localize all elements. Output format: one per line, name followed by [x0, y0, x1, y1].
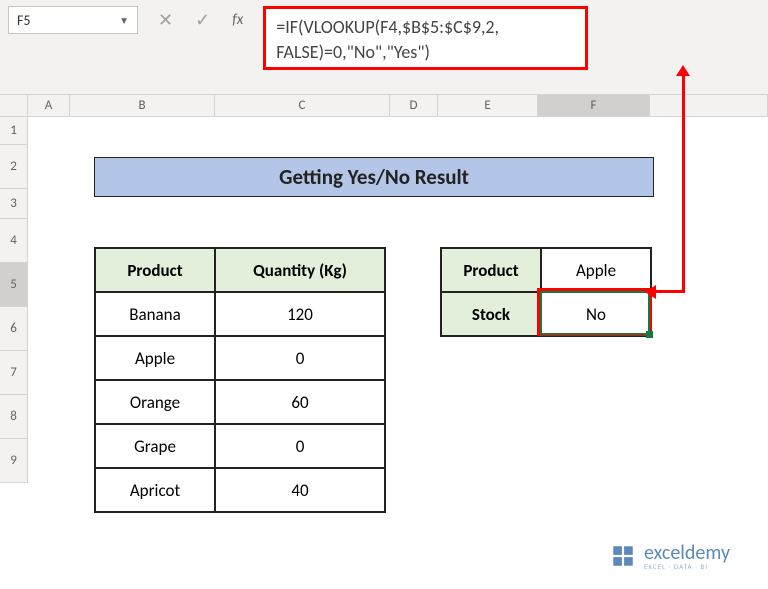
formula-bar-buttons: ✕ ✓ fx [146, 6, 255, 34]
lookup-label: Stock [441, 292, 541, 336]
logo-icon [610, 543, 636, 569]
th-product: Product [95, 248, 215, 292]
callout-line-v [682, 70, 685, 290]
col-A[interactable]: A [28, 95, 70, 116]
col-blank[interactable] [650, 95, 768, 116]
lookup-label: Product [441, 248, 541, 292]
confirm-icon[interactable]: ✓ [195, 9, 210, 31]
row-headers: 1 2 3 4 5 6 7 8 9 [0, 117, 28, 483]
table-cell[interactable]: 60 [215, 380, 385, 424]
table-cell[interactable]: 0 [215, 336, 385, 380]
row-2[interactable]: 2 [0, 145, 28, 189]
table-cell[interactable]: Banana [95, 292, 215, 336]
arrow-up-icon [676, 65, 690, 76]
row-1[interactable]: 1 [0, 117, 28, 145]
title-cell: Getting Yes/No Result [94, 157, 654, 197]
col-F[interactable]: F [538, 95, 650, 116]
spreadsheet-grid[interactable]: A B C D E F 1 2 3 4 5 6 7 8 9 Getting Ye… [0, 95, 768, 117]
callout-line-h [652, 290, 685, 293]
formula-input[interactable]: =IF(VLOOKUP(F4,$B$5:$C$9,2,FALSE)=0,"No"… [263, 6, 588, 70]
row-9[interactable]: 9 [0, 439, 28, 483]
name-box-value: F5 [17, 12, 31, 29]
table-cell[interactable]: Apricot [95, 468, 215, 512]
table-cell[interactable]: 0 [215, 424, 385, 468]
row-5[interactable]: 5 [0, 263, 28, 307]
name-box[interactable]: F5 ▼ [8, 6, 138, 34]
lookup-value[interactable]: Apple [541, 248, 651, 292]
watermark-logo: exceldemy EXCEL · DATA · BI [610, 541, 730, 571]
th-quantity: Quantity (Kg) [215, 248, 385, 292]
select-all-corner[interactable] [0, 95, 28, 116]
col-D[interactable]: D [390, 95, 438, 116]
formula-bar-area: F5 ▼ ✕ ✓ fx =IF(VLOOKUP(F4,$B$5:$C$9,2,F… [0, 0, 768, 95]
col-E[interactable]: E [438, 95, 538, 116]
table-cell[interactable]: Apple [95, 336, 215, 380]
arrow-left-icon [645, 285, 656, 299]
row-8[interactable]: 8 [0, 395, 28, 439]
row-4[interactable]: 4 [0, 219, 28, 263]
col-B[interactable]: B [70, 95, 215, 116]
column-headers: A B C D E F [0, 95, 768, 117]
lookup-table: Product Apple Stock No [440, 247, 652, 337]
title-text: Getting Yes/No Result [279, 164, 469, 190]
fx-icon[interactable]: fx [232, 11, 243, 29]
table-cell[interactable]: 120 [215, 292, 385, 336]
formula-text: =IF(VLOOKUP(F4,$B$5:$C$9,2,FALSE)=0,"No"… [276, 16, 499, 63]
row-3[interactable]: 3 [0, 189, 28, 219]
table-cell[interactable]: Orange [95, 380, 215, 424]
table-cell[interactable]: 40 [215, 468, 385, 512]
cancel-icon[interactable]: ✕ [158, 9, 173, 31]
row-6[interactable]: 6 [0, 307, 28, 351]
row-7[interactable]: 7 [0, 351, 28, 395]
data-table: Product Quantity (Kg) Banana120 Apple0 O… [94, 247, 386, 513]
col-C[interactable]: C [215, 95, 390, 116]
lookup-value[interactable]: No [541, 292, 651, 336]
table-cell[interactable]: Grape [95, 424, 215, 468]
chevron-down-icon[interactable]: ▼ [119, 14, 129, 27]
